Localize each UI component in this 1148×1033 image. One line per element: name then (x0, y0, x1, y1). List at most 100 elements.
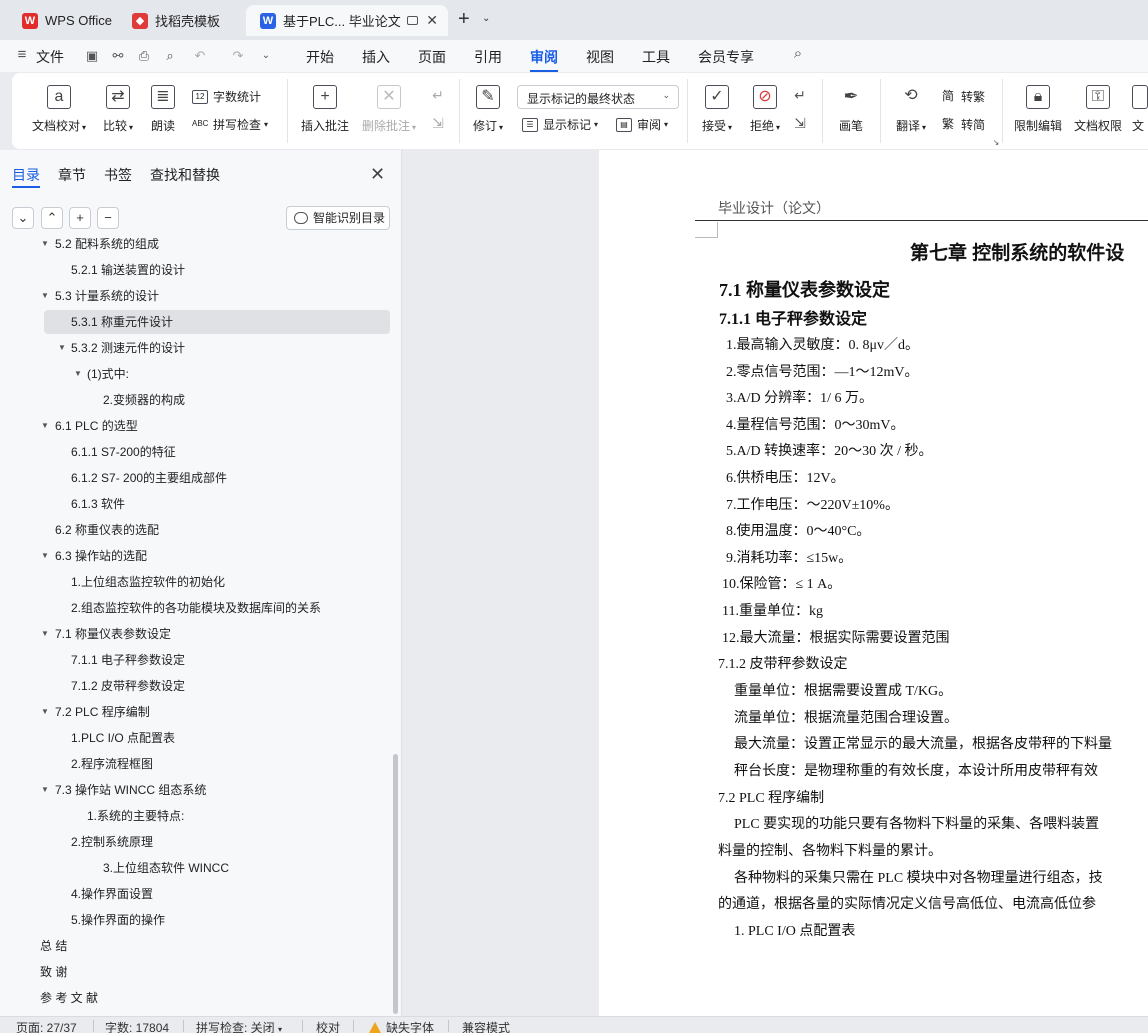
close-pane-icon[interactable]: ✕ (370, 164, 385, 185)
collapse-all-button[interactable]: ⌃ (41, 207, 63, 229)
tab-document[interactable]: W 基于PLC... 毕业论文 ✕ (246, 5, 448, 36)
markup-display-select[interactable]: 显示标记的最终状态 ⌄ (517, 85, 679, 109)
document-page[interactable]: 毕业设计（论文） 第七章 控制系统的软件设 7.1 称量仪表参数设定 7.1.1… (599, 150, 1148, 1016)
more-document-button[interactable]: 文 (1132, 85, 1148, 134)
toc-item[interactable]: 5.操作界面的操作 (0, 908, 395, 932)
toc-item[interactable]: 4.操作界面设置 (0, 882, 395, 906)
spell-check-button[interactable]: ABC 拼写检查 ▾ (192, 116, 268, 133)
new-tab-plus-icon[interactable]: + (458, 8, 470, 31)
redo-icon[interactable]: ↷ (230, 48, 246, 64)
expand-triangle-icon[interactable]: ▼ (41, 778, 49, 802)
window-mode-icon[interactable] (407, 16, 418, 25)
proofread-status[interactable]: 校对 (316, 1019, 340, 1033)
toc-item[interactable]: 致 谢 (0, 960, 395, 984)
toc-item[interactable]: ▼ 5.3 计量系统的设计 (0, 284, 395, 308)
toc-item[interactable]: 6.1.3 软件 (0, 492, 395, 516)
remove-heading-button[interactable]: − (97, 207, 119, 229)
toc-item[interactable]: 1.系统的主要特点: (0, 804, 395, 828)
expand-triangle-icon[interactable]: ▼ (41, 622, 49, 646)
toc-item[interactable]: 7.1.1 电子秤参数设定 (0, 648, 395, 672)
toc-item[interactable]: ▼ 6.3 操作站的选配 (0, 544, 395, 568)
toc-item[interactable]: 3.上位组态软件 WINCC (0, 856, 395, 880)
toc-item[interactable]: ▼ 7.2 PLC 程序编制 (0, 700, 395, 724)
toc-item[interactable]: ▼ 5.3.2 测速元件的设计 (0, 336, 395, 360)
read-aloud-button[interactable]: ≣ 朗读 (148, 85, 178, 134)
tab-docer-templates[interactable]: ◆ 找稻壳模板 (118, 5, 242, 36)
expand-all-button[interactable]: ⌄ (12, 207, 34, 229)
review-pane-button[interactable]: ▤ 审阅 ▾ (616, 116, 668, 133)
expand-triangle-icon[interactable]: ▼ (41, 414, 49, 438)
toc-item[interactable]: ▼ 6.1 PLC 的选型 (0, 414, 395, 438)
previous-comment-icon[interactable]: ↵ (430, 87, 446, 103)
close-tab-icon[interactable]: ✕ (426, 12, 438, 29)
reject-button[interactable]: ⊘ 拒绝 ▾ (746, 85, 784, 134)
menu-insert[interactable]: 插入 (362, 47, 390, 67)
toc-item[interactable]: 6.1.2 S7- 200的主要组成部件 (0, 466, 395, 490)
toc-item[interactable]: ▼ 5.2 配料系统的组成 (0, 238, 395, 256)
tab-wps-office[interactable]: W WPS Office (8, 5, 114, 36)
smart-toc-button[interactable]: 智能识别目录 (286, 206, 390, 230)
next-change-icon[interactable]: ⇲ (792, 115, 808, 131)
word-count-indicator[interactable]: 字数: 17804 (105, 1019, 169, 1033)
document-permission-button[interactable]: ⚿ 文档权限 (1072, 85, 1124, 134)
undo-icon[interactable]: ↶ (192, 48, 208, 64)
pen-button[interactable]: ✒ 画笔 (836, 85, 866, 134)
track-changes-button[interactable]: ✎ 修订 ▾ (470, 85, 506, 134)
tab-sections[interactable]: 章节 (58, 165, 86, 185)
menu-review[interactable]: 审阅 (530, 47, 558, 67)
search-icon[interactable]: ⌕ (790, 46, 806, 62)
proofread-button[interactable]: a 文档校对 ▾ (28, 85, 90, 134)
toc-item[interactable]: 2.程序流程框图 (0, 752, 395, 776)
toc-item[interactable]: 7.1.2 皮带秤参数设定 (0, 674, 395, 698)
expand-triangle-icon[interactable]: ▼ (41, 284, 49, 308)
tab-find-replace[interactable]: 查找和替换 (150, 165, 220, 185)
missing-font-status[interactable]: 缺失字体 (369, 1019, 434, 1033)
add-heading-button[interactable]: + (69, 207, 91, 229)
convert-traditional-button[interactable]: 简 转繁 (940, 88, 985, 105)
print-icon[interactable]: ⎙ (136, 48, 152, 64)
toc-item[interactable]: 2.变频器的构成 (0, 388, 395, 412)
share-link-icon[interactable]: ⚯ (110, 48, 126, 64)
menu-page[interactable]: 页面 (418, 47, 446, 67)
menu-membership[interactable]: 会员专享 (698, 47, 754, 67)
expand-triangle-icon[interactable]: ▼ (41, 238, 49, 256)
menu-file[interactable]: 文件 (36, 47, 64, 67)
page-indicator[interactable]: 页面: 27/37 (16, 1019, 77, 1033)
tab-bookmarks[interactable]: 书签 (104, 165, 132, 185)
spell-check-status[interactable]: 拼写检查: 关闭 ▾ (196, 1019, 282, 1033)
expand-triangle-icon[interactable]: ▼ (74, 362, 82, 386)
expand-triangle-icon[interactable]: ▼ (58, 336, 66, 360)
toc-item[interactable]: ▼ (1)式中: (0, 362, 395, 386)
toc-item[interactable]: 6.2 称重仪表的选配 (0, 518, 395, 542)
accept-button[interactable]: ✓ 接受 ▾ (698, 85, 736, 134)
toc-item[interactable]: ▼ 7.3 操作站 WINCC 组态系统 (0, 778, 395, 802)
delete-comment-button[interactable]: ✕ 删除批注 ▾ (358, 85, 420, 134)
toc-item[interactable]: 2.控制系统原理 (0, 830, 395, 854)
menu-tools[interactable]: 工具 (642, 47, 670, 67)
hamburger-menu-icon[interactable]: ≡ (14, 47, 30, 63)
toc-item[interactable]: 1.PLC I/O 点配置表 (0, 726, 395, 750)
restrict-editing-button[interactable]: 🔒︎ 限制编辑 (1012, 85, 1064, 134)
toc-item[interactable]: 5.3.1 称重元件设计 (44, 310, 390, 334)
convert-simplified-button[interactable]: 繁 转简 (940, 116, 985, 133)
expand-triangle-icon[interactable]: ▼ (41, 700, 49, 724)
toc-item[interactable]: 5.2.1 输送装置的设计 (0, 258, 395, 282)
menu-home[interactable]: 开始 (306, 47, 334, 67)
show-markup-button[interactable]: ☰ 显示标记 ▾ (522, 116, 598, 133)
toc-item[interactable]: 6.1.1 S7-200的特征 (0, 440, 395, 464)
expand-triangle-icon[interactable]: ▼ (41, 544, 49, 568)
translate-button[interactable]: ⟲ 翻译 ▾ (892, 85, 930, 134)
save-icon[interactable]: ▣ (84, 48, 100, 64)
compare-button[interactable]: ⇄ 比较 ▾ (98, 85, 138, 134)
tab-toc[interactable]: 目录 (12, 165, 40, 185)
chevron-down-icon[interactable]: ⌄ (482, 13, 490, 24)
menu-references[interactable]: 引用 (474, 47, 502, 67)
toc-item[interactable]: 总 结 (0, 934, 395, 958)
toc-item[interactable]: 2.组态监控软件的各功能模块及数据库间的关系 (0, 596, 395, 620)
insert-comment-button[interactable]: + 插入批注 (298, 85, 352, 134)
word-count-button[interactable]: 12 字数统计 (192, 88, 261, 105)
toc-item[interactable]: 1.上位组态监控软件的初始化 (0, 570, 395, 594)
previous-change-icon[interactable]: ↵ (792, 87, 808, 103)
toc-item[interactable]: 参 考 文 献 (0, 986, 395, 1010)
print-preview-icon[interactable]: ⌕ (162, 48, 178, 64)
